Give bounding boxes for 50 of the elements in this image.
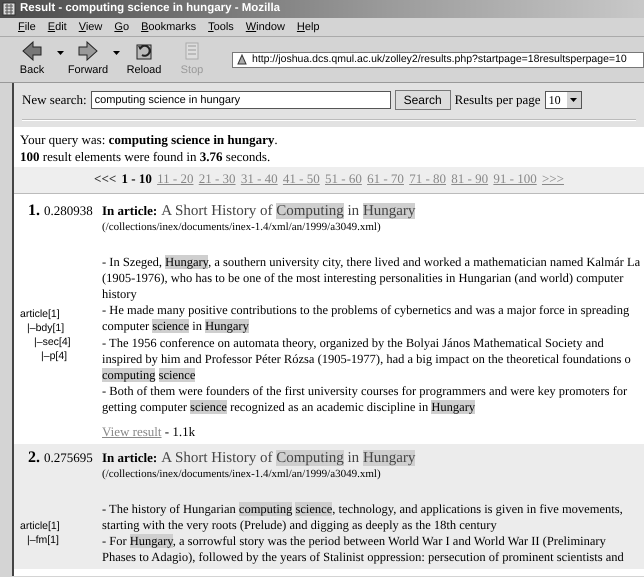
result-score: 0.275695 <box>44 450 93 465</box>
back-arrow-icon <box>20 40 44 62</box>
result-rank: 2. <box>28 448 40 466</box>
summary-text: Your query was: computing science in hungary. <box>19 131 279 148</box>
tree-label: |–sec[4] <box>33 334 72 349</box>
snippet-text: - In Szeged, Hungary, a southern university city, there lived and worked a mathematician named Kalmár La (1905-1976), who has to be one of the most interesting personalities in Hungarian (and world) computer history <box>102 254 640 302</box>
results-per-page-select[interactable]: 10 <box>544 91 582 109</box>
address-field[interactable]: http://joshua.dcs.qmul.ac.uk/zolley2/results.php?startpage=18resultsperpage=10 <box>232 52 644 68</box>
tree-label: article[1] <box>20 518 61 533</box>
result-rank: 1. <box>28 202 40 218</box>
tree-label: article[1] <box>20 306 61 321</box>
snippet-text: - For Hungary, a sorrowful story was the period between World War I and World War II (Preliminary Phases to Adagio), followed by the years of Stalinist oppression: persecution of prominent scientists and <box>102 532 624 566</box>
view-result-link[interactable]: View result <box>102 424 162 439</box>
snippet-text: - The history of Hungarian computing science, technology, and applications is given in five movements, starting with the very roots (Prelude) and digging as deeply as the 18th century <box>102 500 624 533</box>
results-per-page-label: Results per page <box>454 91 541 110</box>
toolbar-button[interactable]: Reload <box>124 40 164 79</box>
page-arrow: <<< <box>94 171 116 186</box>
forward-arrow-icon <box>76 40 100 62</box>
result-path: (/collections/inex/documents/inex-1.4/xml/an/1999/a3049.xml) <box>102 468 382 481</box>
tree-label: |–bdy[1] <box>26 320 66 335</box>
result-title: A Short History of Computing in Hungary <box>161 448 416 468</box>
search-label: New search: <box>22 91 87 110</box>
toolbar-button[interactable]: Back <box>12 40 52 79</box>
menu-item[interactable]: Edit <box>42 18 73 36</box>
toolbar-button[interactable]: Forward <box>68 40 108 79</box>
search-field[interactable]: computing science in hungary <box>90 91 391 109</box>
page-icon <box>236 54 248 66</box>
summary-text: 100 result elements were found in 3.76 seconds. <box>19 148 272 165</box>
menu-item[interactable]: Go <box>108 18 136 36</box>
result-size: - 1.1k <box>164 424 196 439</box>
menu-item[interactable]: View <box>72 18 108 36</box>
current-page: 1 - 10 <box>122 171 152 186</box>
menu-item[interactable]: File <box>12 18 42 36</box>
snippet-text: - He made many positive contributions to the problems of cybernetics and was a major force in spreading computer science in Hungary <box>102 302 630 335</box>
snippet-text: - Both of them were founders of the first university courses for programmers and were key promoters for getting computer science recognized as an academic discipline in Hungary <box>102 383 628 416</box>
menu-item[interactable]: Help <box>290 18 326 36</box>
menu-item[interactable]: Bookmarks <box>135 18 202 36</box>
menu-item[interactable]: Window <box>240 18 291 36</box>
result-score: 0.280938 <box>44 202 93 218</box>
search-button[interactable]: Search <box>394 90 451 110</box>
tree-label: |–p[4] <box>40 348 68 363</box>
tree-label: |–fm[1] <box>26 532 60 547</box>
snippet-text: - The 1956 conference on automata theory, organized by the Bolyai János Mathematical Society and inspired by him and Professor Péter Rózsa (1905-1977), had a big impact on the theoretical foundations o computing science <box>102 334 632 384</box>
result-type: In article: <box>102 202 158 220</box>
result-type: In article: <box>102 448 158 467</box>
result-title: A Short History of Computing in Hungary <box>161 202 416 220</box>
result-path: (/collections/inex/documents/inex-1.4/xml/an/1999/a3049.xml) <box>102 220 382 234</box>
window-title: Result - computing science in hungary - Mozilla <box>20 1 280 16</box>
browser-icon <box>2 2 16 16</box>
menu-item[interactable]: Tools <box>202 18 240 36</box>
